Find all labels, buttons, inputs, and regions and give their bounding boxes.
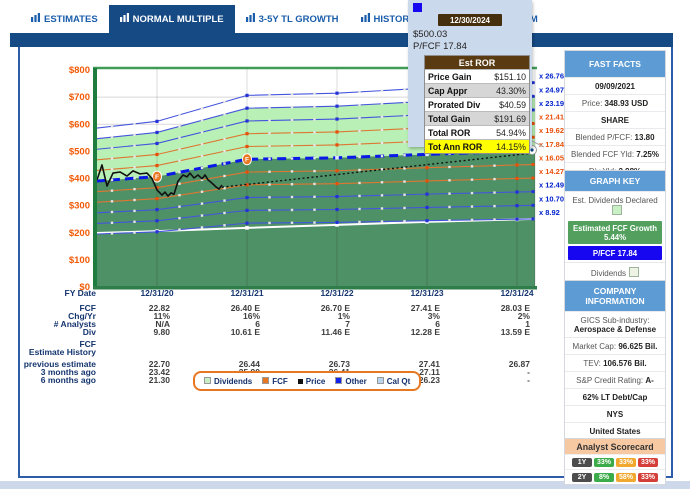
est-ror-row-value: $151.10	[494, 72, 526, 82]
fast-facts-row: Price: 348.93 USD	[565, 94, 665, 111]
est-ror-row: Total ROR 54.94%	[425, 125, 529, 139]
company-info-row: NYS	[565, 405, 665, 422]
est-ror-row-label: Total Gain	[428, 114, 470, 124]
tooltip-date: 12/30/2024	[438, 14, 502, 26]
table-cell: 12.28 E	[380, 328, 440, 337]
gics-row: GICS Sub-industry:Aerospace & Defense	[565, 311, 665, 337]
est-ror-row-label: Tot Ann ROR	[428, 142, 482, 152]
table-cell: 13.59 E	[470, 328, 530, 337]
est-ror-row: Prorated Div $40.59	[425, 97, 529, 111]
pfcf-pill: P/FCF 17.84	[568, 246, 662, 260]
company-info-row: TEV: 106.576 Bil.	[565, 354, 665, 371]
fy-date-value: 12/31/20	[112, 289, 202, 298]
scorecard-value-badge: 33%	[616, 458, 636, 467]
est-ror-row: Tot Ann ROR 14.15%	[425, 139, 529, 153]
est-ror-row-value: 14.15%	[496, 142, 526, 152]
tab-normal-multiple[interactable]: NORMAL MULTIPLE	[109, 5, 235, 33]
legend-item-fcf: FCF	[262, 377, 288, 386]
est-ror-row: Cap Appr 43.30%	[425, 83, 529, 97]
est-ror-row-value: 43.30%	[496, 86, 526, 96]
dividends-declared-swatch	[612, 205, 622, 215]
est-ror-header: Est ROR	[425, 56, 529, 69]
chart-tooltip: 12/30/2024 $500.03 P/FCF 17.84 Est ROR P…	[408, 0, 532, 147]
company-info-row: 62% LT Debt/Cap	[565, 388, 665, 405]
table-cell: 9.80	[110, 328, 170, 337]
company-info-header: COMPANY INFORMATION	[565, 281, 665, 311]
bar-chart-icon	[31, 13, 40, 25]
legend-swatch	[298, 379, 303, 384]
fast-facts-row: 09/09/2021	[565, 77, 665, 94]
bar-chart-icon	[120, 13, 129, 25]
table-row-label: Div	[0, 328, 96, 337]
legend-swatch	[262, 377, 269, 384]
other-series-swatch	[413, 3, 422, 12]
table-row-label: 6 months ago	[0, 376, 96, 385]
table-row-label: FY Date	[0, 289, 96, 298]
table-row-label: Estimate History	[0, 348, 96, 357]
fast-facts-row: SHARE	[565, 111, 665, 128]
tab-label: NORMAL MULTIPLE	[133, 14, 224, 25]
est-ror-row: Price Gain $151.10	[425, 69, 529, 83]
tab-label: 3-5Y TL GROWTH	[259, 14, 339, 25]
scorecard-value-badge: 33%	[594, 458, 614, 467]
est-ror-table: Est ROR Price Gain$151.10Cap Appr43.30%P…	[424, 55, 530, 154]
company-info-row: S&P Credit Rating: A-	[565, 371, 665, 388]
table-cell: 10.61 E	[200, 328, 260, 337]
est-ror-row-label: Total ROR	[428, 128, 470, 138]
est-ror-row-label: Price Gain	[428, 72, 472, 82]
page: ESTIMATESNORMAL MULTIPLE3-5Y TL GROWTHHI…	[0, 0, 690, 489]
legend-swatch	[377, 377, 384, 384]
tooltip-pfcf: P/FCF 17.84	[413, 41, 532, 52]
tab-estimates[interactable]: ESTIMATES	[20, 5, 109, 33]
dividends-swatch	[629, 267, 639, 277]
table-cell: -	[470, 376, 530, 385]
header-band	[10, 33, 673, 47]
fy-date-value: 12/31/23	[382, 289, 472, 298]
tab-label: ESTIMATES	[44, 14, 98, 25]
scorecard-value-badge: 33%	[638, 473, 658, 482]
scorecard-row: 1Y33%33%33%	[565, 454, 665, 469]
table-cell: 21.30	[110, 376, 170, 385]
scorecard-row: 2Y8%58%33%	[565, 469, 665, 484]
graph-key-header: GRAPH KEY	[565, 171, 665, 191]
legend-item-cal-qt: Cal Qt	[377, 377, 411, 386]
table-cell: 11.46 E	[290, 328, 350, 337]
scorecard-value-badge: 33%	[638, 458, 658, 467]
fy-date-value: 12/31/21	[202, 289, 292, 298]
fy-date-value: 12/31/24	[472, 289, 562, 298]
legend-swatch	[335, 377, 342, 384]
est-ror-row-value: 54.94%	[496, 128, 526, 138]
fast-facts-panel: FAST FACTS09/09/2021Price: 348.93 USDSHA…	[564, 50, 666, 180]
graph-key-dividends: Dividends	[565, 262, 665, 281]
est-ror-row: Total Gain $191.69	[425, 111, 529, 125]
fast-facts-row: Blended FCF Yld: 7.25%	[565, 145, 665, 162]
fast-facts-row: Blended P/FCF: 13.80	[565, 128, 665, 145]
bar-chart-icon	[246, 13, 255, 25]
fy-date-value: 12/31/22	[292, 289, 382, 298]
legend-item-price: Price	[298, 377, 326, 386]
fast-facts-header: FAST FACTS	[565, 51, 665, 77]
tab-3-5y-tl-growth[interactable]: 3-5Y TL GROWTH	[235, 5, 350, 33]
chart-legend: Dividends FCF Price Other Cal Qt	[193, 371, 421, 391]
legend-item-other: Other	[335, 377, 366, 386]
fcf-growth-pill: Estimated FCF Growth 5.44%	[568, 221, 662, 244]
scorecard-period-badge: 2Y	[572, 473, 592, 482]
analyst-scorecard-panel: Analyst Scorecard1Y33%33%33%2Y8%58%33%	[564, 438, 666, 485]
est-ror-row-value: $40.59	[499, 100, 526, 110]
bar-chart-icon	[361, 13, 370, 25]
company-info-row: Market Cap: 96.625 Bil.	[565, 337, 665, 354]
scorecard-value-badge: 8%	[594, 473, 614, 482]
est-ror-row-label: Prorated Div	[428, 100, 480, 110]
legend-swatch	[204, 377, 211, 384]
graph-key-est-dividends: Est. Dividends Declared	[565, 191, 665, 219]
company-info-row: United States	[565, 422, 665, 439]
est-ror-row-label: Cap Appr	[428, 86, 467, 96]
scorecard-period-badge: 1Y	[572, 458, 592, 467]
legend-item-dividends: Dividends	[204, 377, 252, 386]
est-ror-row-value: $191.69	[494, 114, 526, 124]
tooltip-price: $500.03	[413, 29, 532, 40]
analyst-scorecard-header: Analyst Scorecard	[565, 439, 665, 454]
scorecard-value-badge: 58%	[616, 473, 636, 482]
